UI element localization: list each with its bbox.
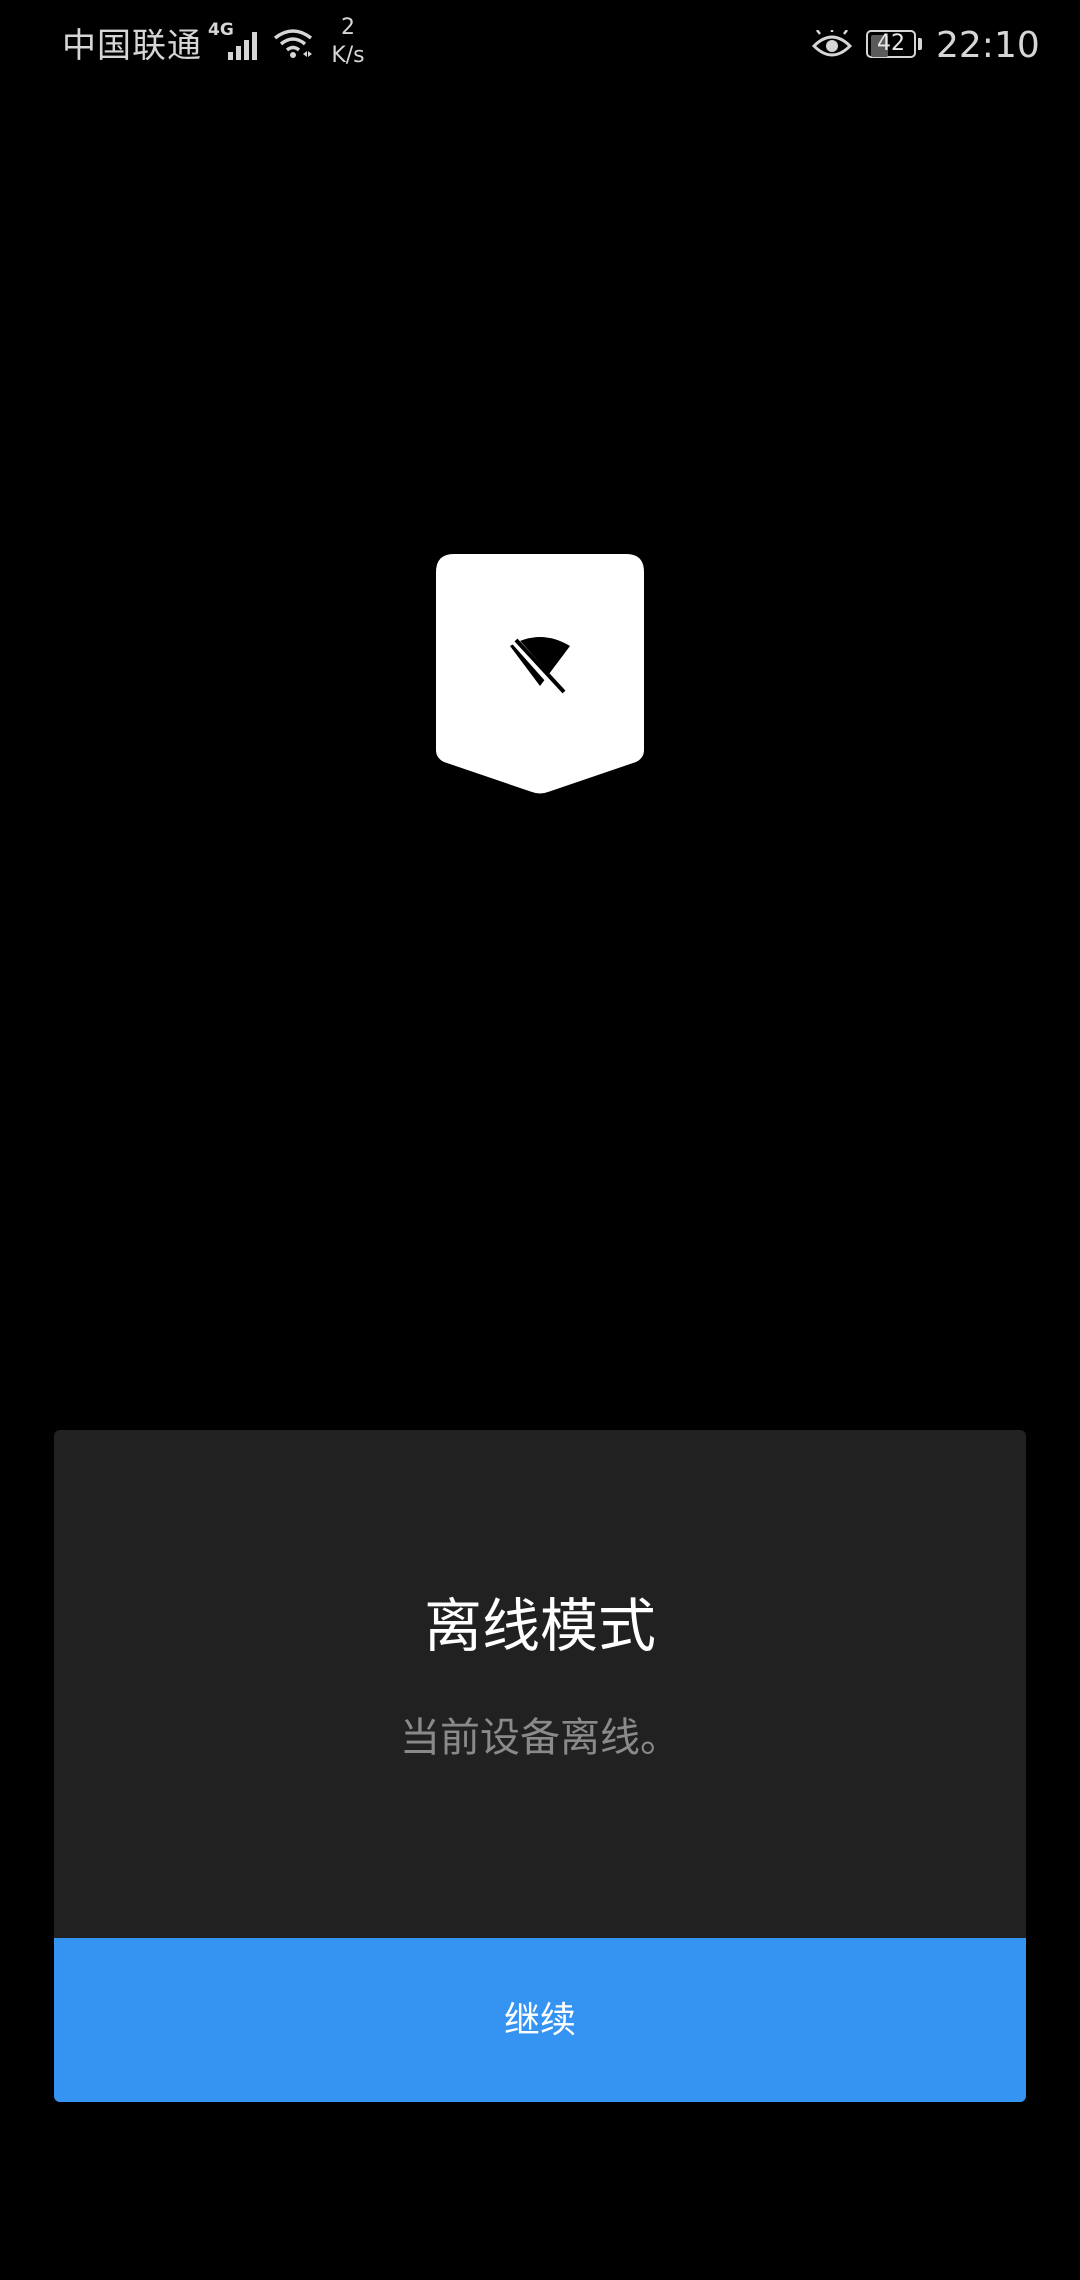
dialog-message: 当前设备离线。: [400, 1715, 680, 1761]
net-speed: 2 K/s: [328, 14, 368, 70]
eye-icon: [812, 30, 852, 57]
carrier-name: 中国联通: [62, 26, 202, 66]
clock: 22:10: [936, 25, 1040, 66]
battery-icon: 42: [866, 30, 922, 60]
wifi-icon: [273, 29, 313, 58]
net-speed-unit: K/s: [331, 43, 365, 68]
dialog-title: 离线模式: [423, 1592, 656, 1660]
continue-button[interactable]: 继续: [54, 1938, 1026, 2102]
battery-tip: [918, 38, 922, 50]
offline-dialog: 离线模式 当前设备离线。 继续: [54, 1430, 1026, 2102]
status-bar: 中国联通 4G 2 K/s 42 22:10: [0, 0, 1080, 96]
offline-badge: [436, 554, 644, 794]
battery-level: 42: [877, 31, 905, 56]
net-speed-value: 2: [341, 15, 355, 40]
signal-icon: [228, 32, 257, 60]
screen: 中国联通 4G 2 K/s 42 22:10 离线模式 当前设备离线。 继续: [0, 0, 1080, 2280]
